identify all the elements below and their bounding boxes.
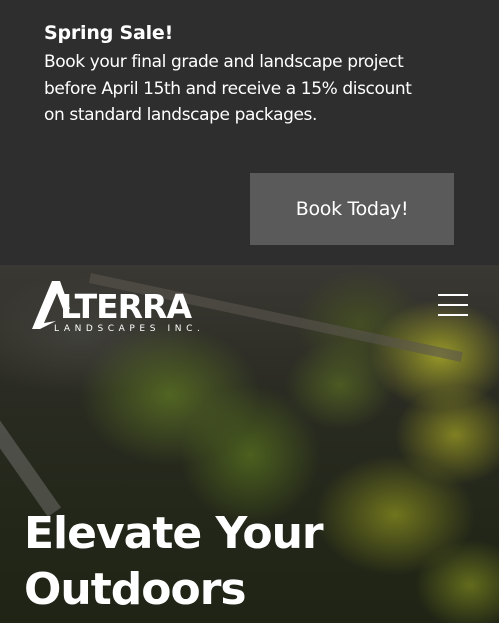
alterra-logo-icon: LTERRA LANDSCAPES INC. <box>32 281 204 334</box>
hamburger-menu-icon[interactable] <box>436 291 472 319</box>
promo-text: Book your final grade and landscape proj… <box>44 52 412 125</box>
hero-heading: Elevate Your Outdoors <box>24 508 324 615</box>
book-today-button[interactable]: Book Today! <box>250 173 454 245</box>
promo-banner: Spring Sale! Book your final grade and l… <box>0 0 499 265</box>
hero-walkway <box>0 409 61 517</box>
logo-wordmark: LTERRA <box>60 287 192 326</box>
logo-tagline: LANDSCAPES INC. <box>54 324 204 334</box>
site-logo[interactable]: LTERRA LANDSCAPES INC. <box>30 277 230 337</box>
promo-title: Spring Sale! <box>44 22 174 44</box>
